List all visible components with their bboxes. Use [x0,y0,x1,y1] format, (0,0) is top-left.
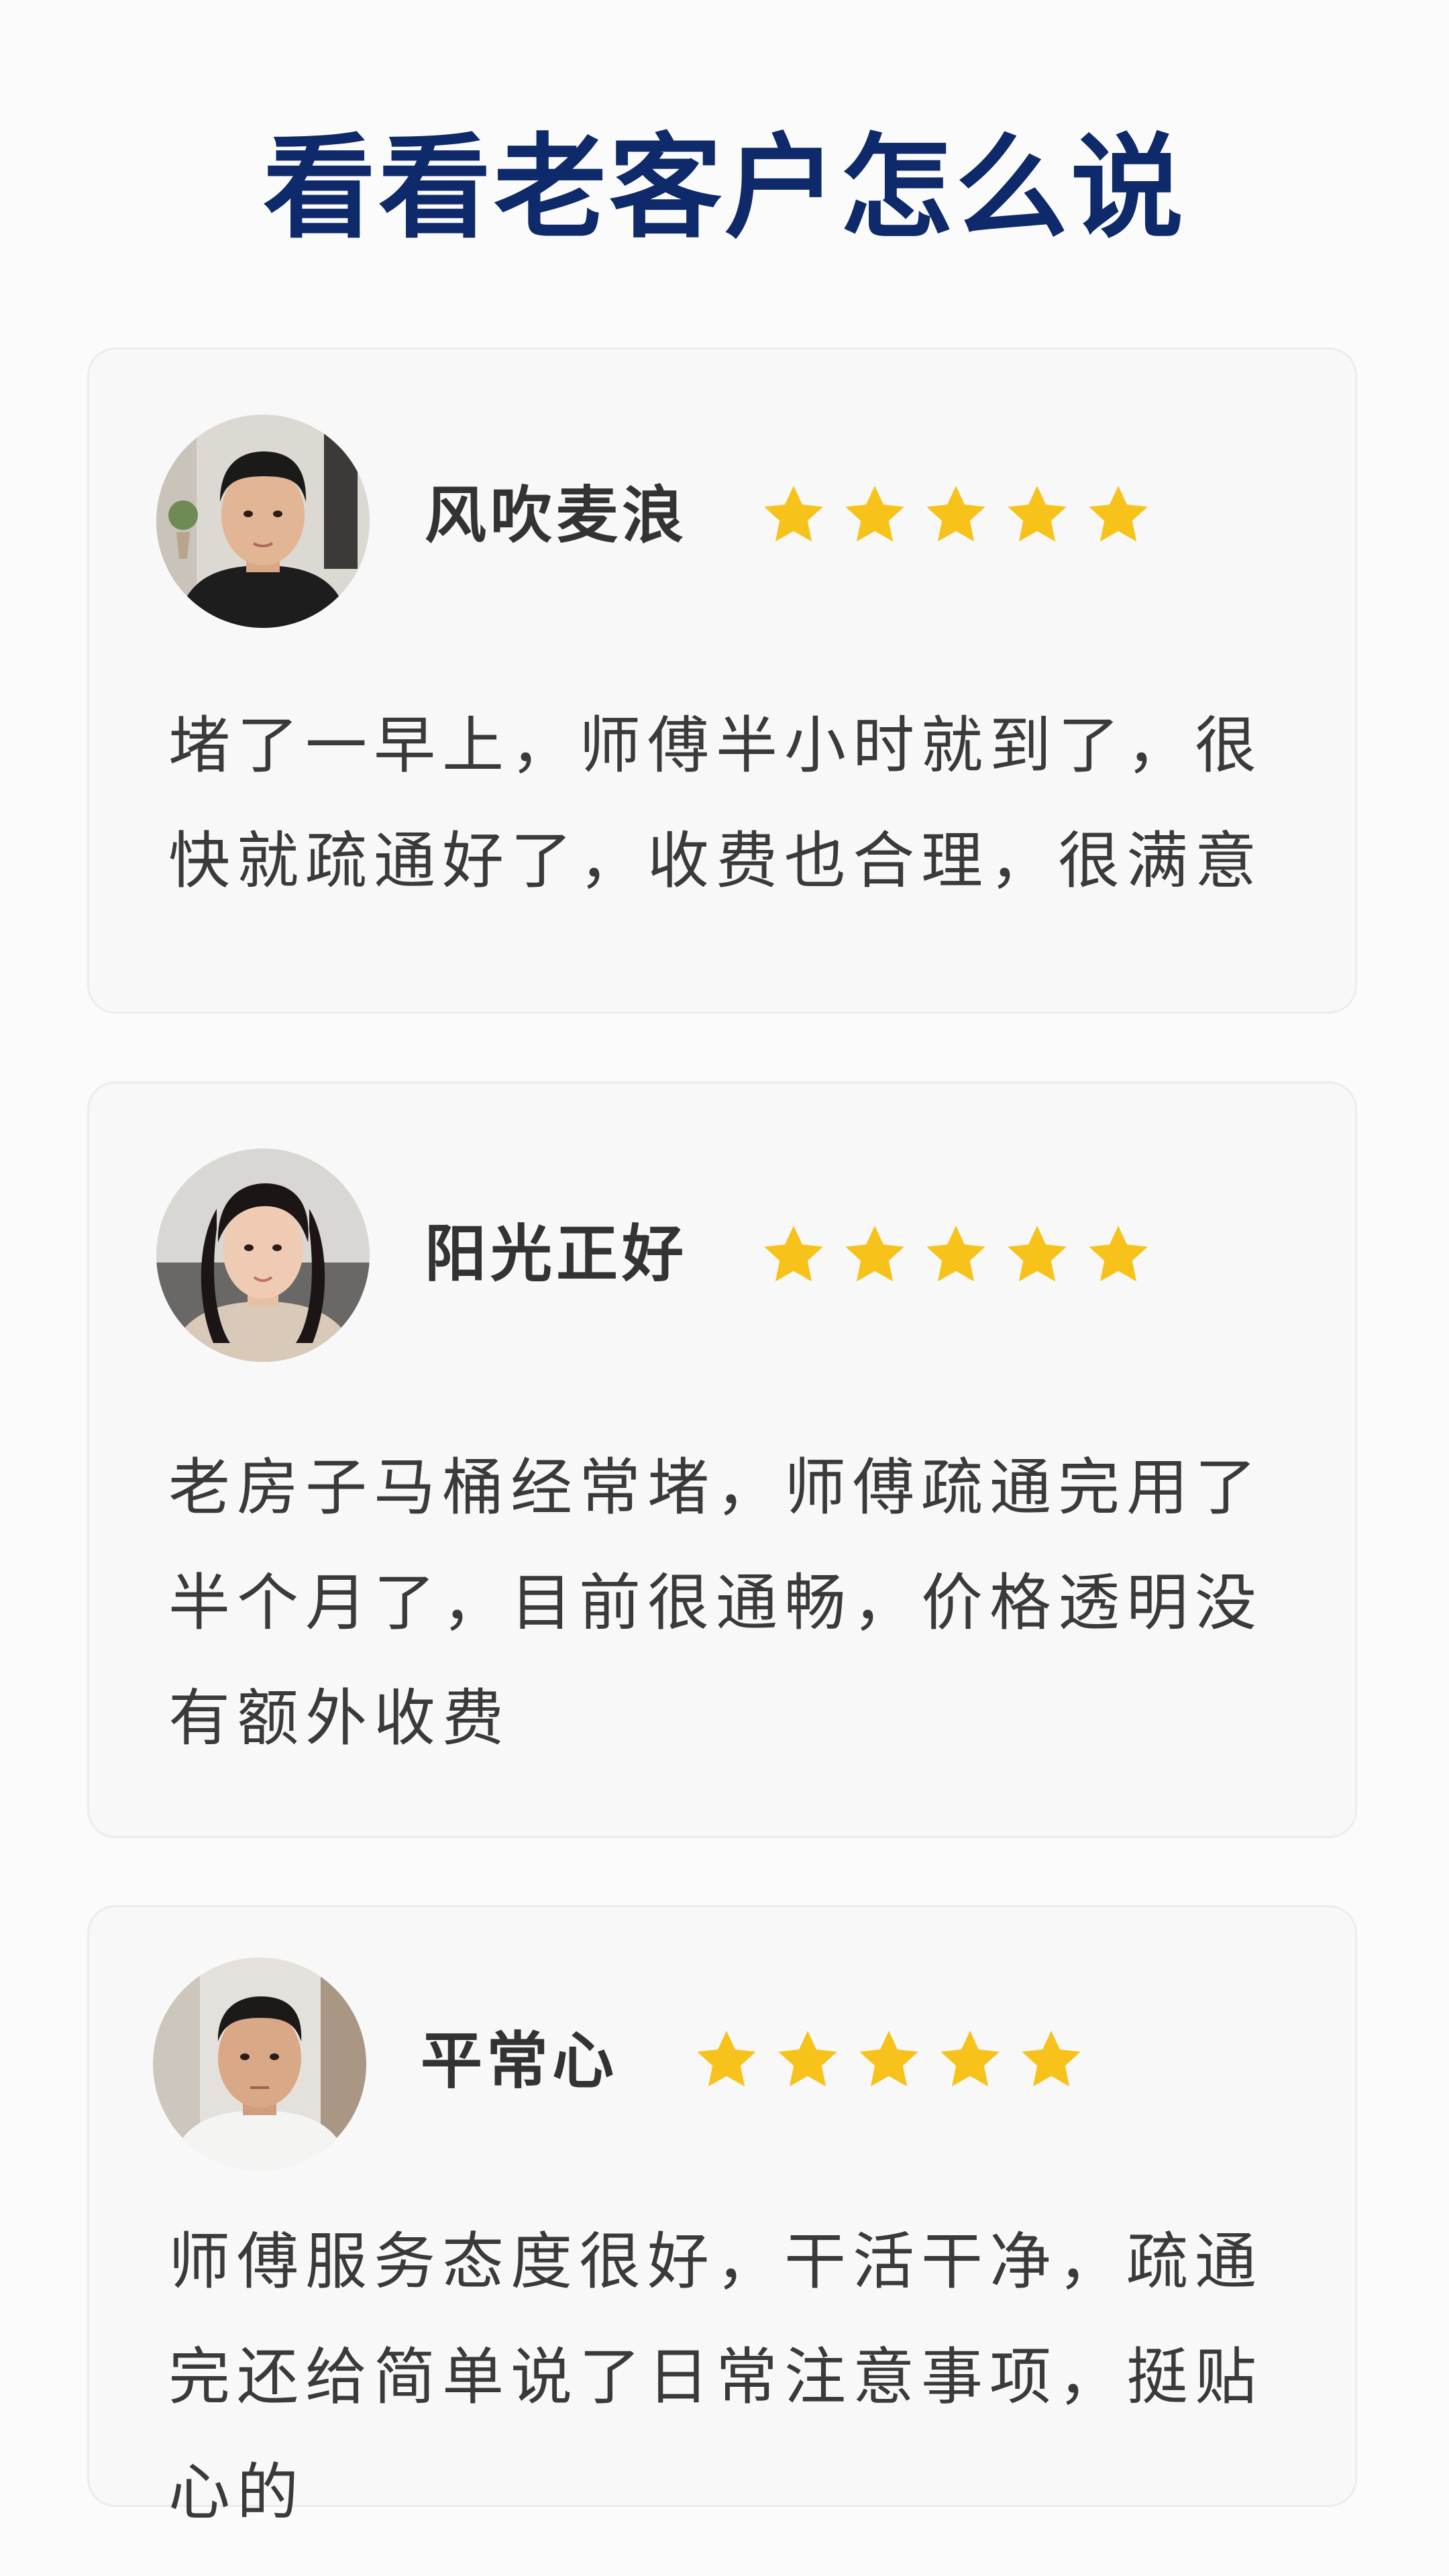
star-rating [760,482,1152,549]
star-icon [1089,486,1148,542]
testimonials-page: 看看老客户怎么说 风吹麦浪 堵了一早上，师傅半小时就到了，很快就疏通好了，收费也… [0,0,1449,2576]
review-text: 师傅服务态度很好，干活干净，疏通完还给简单说了日常注意事项，挺贴心的 [168,2226,1264,2528]
star-icon [764,486,823,542]
star-icon [926,1226,985,1282]
reviewer-avatar [153,1957,366,2171]
star-icon [1089,1226,1148,1282]
star-icon [697,2031,756,2087]
star-rating [760,1222,1152,1289]
star-icon [941,2031,1000,2087]
reviewer-name: 阳光正好 [425,1218,688,1290]
review-card: 风吹麦浪 堵了一早上，师傅半小时就到了，很快就疏通好了，收费也合理，很满意 [87,347,1357,1014]
star-icon [859,2031,918,2087]
review-card: 平常心 师傅服务态度很好，干活干净，疏通完还给简单说了日常注意事项，挺贴心的 [87,1905,1357,2528]
star-rating [693,2027,1085,2094]
reviewer-name: 平常心 [421,2025,619,2097]
star-icon [764,1226,823,1282]
star-icon [845,1226,904,1282]
page-title: 看看老客户怎么说 [263,122,1186,254]
star-icon [1008,1226,1067,1282]
reviewer-name: 风吹麦浪 [425,480,688,551]
review-text: 堵了一早上，师傅半小时就到了，很快就疏通好了，收费也合理，很满意 [168,710,1264,897]
review-card: 阳光正好 老房子马桶经常堵，师傅疏通完用了半个月了，目前很通畅，价格透明没有额外… [87,1081,1357,1838]
star-icon [1022,2031,1081,2087]
star-icon [1008,486,1067,542]
female-avatar-icon [156,1148,370,1362]
star-icon [778,2031,837,2087]
male-avatar-icon [153,1957,366,2171]
star-icon [926,486,985,542]
reviewer-avatar [156,1148,370,1362]
review-text: 老房子马桶经常堵，师傅疏通完用了半个月了，目前很通畅，价格透明没有额外收费 [168,1452,1264,1754]
star-icon [845,486,904,542]
reviewer-avatar [156,415,370,628]
male-avatar-icon [156,415,370,628]
